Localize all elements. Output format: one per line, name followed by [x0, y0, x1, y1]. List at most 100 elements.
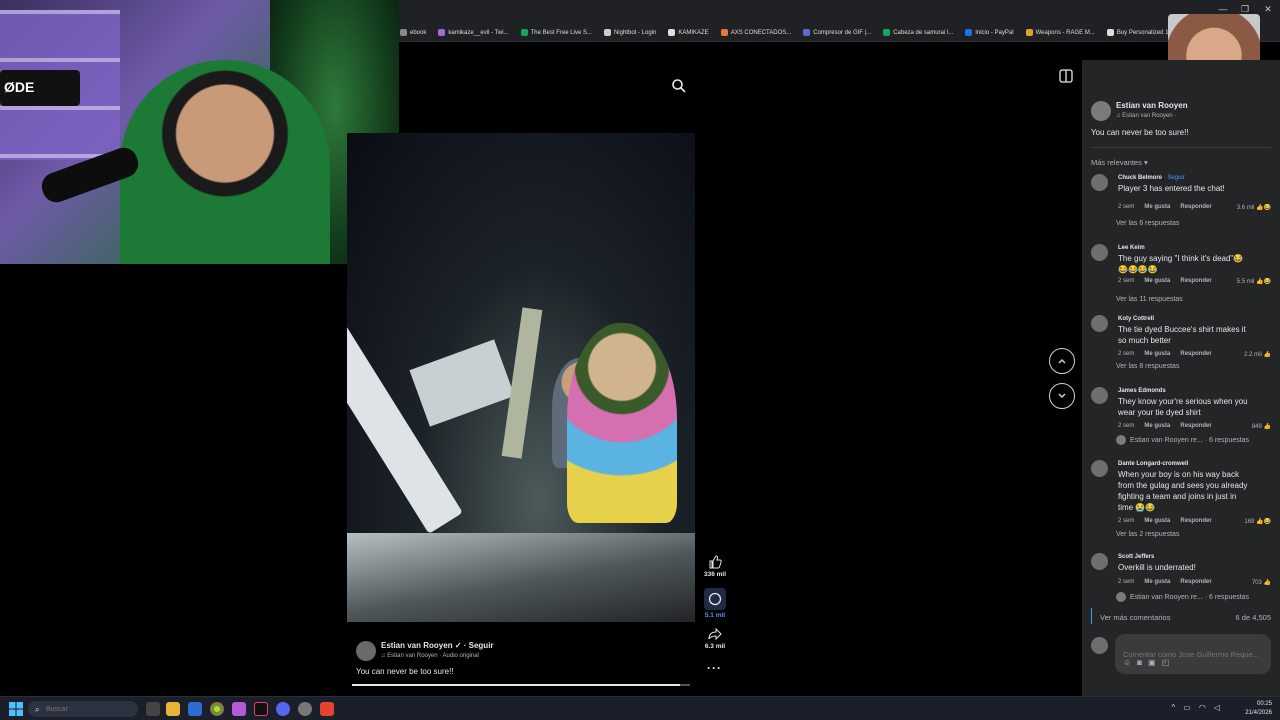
bookmark-item[interactable]: Compresor de GIF |... — [803, 29, 871, 36]
bookmark-item[interactable]: AXS CONECTADOS... — [720, 29, 791, 36]
post-author-avatar[interactable] — [1091, 101, 1111, 121]
author-avatar[interactable] — [356, 641, 376, 661]
store-icon[interactable] — [188, 702, 202, 716]
discord-icon[interactable] — [276, 702, 290, 716]
bookmark-item[interactable]: Weapons - RAGE M... — [1025, 29, 1095, 36]
caret-down-icon: ▾ — [1143, 158, 1148, 167]
comment-author[interactable]: Lee Keim — [1118, 245, 1145, 251]
commenter-avatar[interactable] — [1091, 315, 1108, 332]
view-replies-link[interactable]: Estian van Rooyen re... · 6 respuestas — [1116, 435, 1249, 445]
bookmark-favicon-icon — [720, 29, 728, 36]
follow-link[interactable]: · Seguir — [1164, 175, 1185, 181]
more-options-icon[interactable]: ··· — [707, 661, 722, 675]
like-comment-button[interactable]: Me gusta — [1144, 278, 1170, 284]
bookmark-label: kamikaze__evil - Twi... — [448, 29, 509, 36]
like-comment-button[interactable]: Me gusta — [1144, 423, 1170, 429]
bookmark-item[interactable]: kamikaze__evil - Twi... — [438, 29, 509, 36]
previous-video-button[interactable] — [1049, 348, 1075, 374]
view-replies-link[interactable]: Ver las 2 respuestas — [1116, 531, 1179, 538]
clock[interactable]: 00:25 21/4/2026 — [1245, 700, 1272, 718]
reply-button[interactable]: Responder — [1180, 351, 1211, 357]
audio-source[interactable]: ♫ Estian van Rooyen · Audio original — [381, 653, 479, 659]
reply-button[interactable]: Responder — [1180, 423, 1211, 429]
commenter-avatar[interactable] — [1091, 387, 1108, 404]
sort-label: Más relevantes — [1091, 158, 1142, 167]
app-icon[interactable] — [232, 702, 246, 716]
network-icon[interactable]: ▭ — [1183, 703, 1191, 712]
task-view-icon[interactable] — [146, 702, 160, 716]
like-comment-button[interactable]: Me gusta — [1144, 204, 1170, 210]
clock-time: 00:25 — [1256, 701, 1272, 707]
gif-icon[interactable]: ▣ — [1148, 658, 1156, 667]
commenter-avatar[interactable] — [1091, 553, 1108, 570]
author-name[interactable]: Estian van Rooyen — [381, 641, 453, 650]
view-replies-link[interactable]: Estian van Rooyen re... · 6 respuestas — [1116, 592, 1249, 602]
reply-button[interactable]: Responder — [1180, 204, 1211, 210]
layout-toggle-icon[interactable] — [1059, 69, 1073, 83]
bookmark-label: Compresor de GIF |... — [813, 29, 872, 36]
search-icon[interactable] — [671, 78, 687, 94]
commenter-avatar[interactable] — [1091, 174, 1108, 191]
bookmark-item[interactable]: The Best Free Live S... — [520, 29, 592, 36]
bookmark-item[interactable]: ebook — [400, 29, 426, 36]
comment-author[interactable]: Chuck Belmore — [1118, 175, 1162, 181]
view-replies-link[interactable]: Ver las 11 respuestas — [1116, 296, 1183, 303]
camera-icon[interactable]: ◙ — [1137, 658, 1142, 667]
comment-author[interactable]: Dante Longard-cromwell — [1118, 461, 1188, 467]
bookmark-item[interactable]: KAMIKAZE — [668, 29, 709, 36]
view-more-comments-link[interactable]: Ver más comentarios — [1100, 613, 1170, 622]
divider — [1091, 608, 1092, 624]
sticker-icon[interactable]: ◰ — [1162, 658, 1170, 667]
brave-icon[interactable] — [320, 702, 334, 716]
comment-author[interactable]: Koty Cottrell — [1118, 316, 1154, 322]
chrome-icon[interactable] — [210, 702, 224, 716]
webcam-overlay: ØDE — [0, 0, 399, 264]
chevron-up-icon[interactable]: ^ — [1172, 703, 1176, 712]
bookmark-favicon-icon — [803, 29, 811, 36]
sort-dropdown[interactable]: Más relevantes ▾ — [1091, 158, 1148, 167]
view-replies-link[interactable]: Ver las 6 respuestas — [1116, 220, 1179, 227]
like-button[interactable]: 336 mil — [700, 555, 730, 578]
video-progress-bar[interactable] — [352, 684, 690, 686]
bookmark-favicon-icon — [400, 29, 407, 36]
comment-age: 2 sem — [1118, 579, 1135, 585]
bookmark-item[interactable]: Buy Personalized 11... — [1106, 29, 1176, 36]
taskbar-search-input[interactable] — [28, 701, 138, 717]
comment-author-row: Chuck Belmore · Seguir — [1118, 175, 1185, 181]
tiktok-icon[interactable] — [254, 702, 268, 716]
comment-author-row: Koty Cottrell — [1118, 316, 1154, 322]
bookmark-item[interactable]: Cabeza de samurai l... — [883, 29, 953, 36]
bookmark-item[interactable]: Nightbot - Login — [603, 29, 656, 36]
wifi-icon[interactable]: ◠ — [1199, 703, 1206, 712]
windows-start-icon[interactable] — [9, 702, 23, 716]
reaction-count: 169 — [1244, 519, 1255, 525]
file-explorer-icon[interactable] — [166, 702, 180, 716]
like-comment-button[interactable]: Me gusta — [1144, 351, 1170, 357]
comment-count: 5.1 mil — [704, 612, 726, 619]
close-icon[interactable]: ✕ — [1261, 4, 1275, 16]
comment-author[interactable]: Scott Jeffers — [1118, 554, 1154, 560]
view-replies-link[interactable]: Ver las 8 respuestas — [1116, 363, 1179, 370]
video-player[interactable] — [347, 133, 695, 622]
like-comment-button[interactable]: Me gusta — [1144, 518, 1170, 524]
commenter-avatar[interactable] — [1091, 244, 1108, 261]
clock-date: 21/4/2026 — [1245, 710, 1272, 716]
video-content-vehicle — [347, 533, 695, 622]
bookmark-item[interactable]: Inicio - PayPal — [965, 29, 1014, 36]
comment-author[interactable]: James Edmonds — [1118, 388, 1166, 394]
settings-icon[interactable] — [298, 702, 312, 716]
like-comment-button[interactable]: Me gusta — [1144, 579, 1170, 585]
post-author-name[interactable]: Estian van Rooyen — [1116, 101, 1188, 110]
reply-button[interactable]: Responder — [1180, 579, 1211, 585]
follow-link[interactable]: · Seguir — [464, 641, 494, 650]
reply-button[interactable]: Responder — [1180, 518, 1211, 524]
emoji-icon[interactable]: ☺ — [1123, 658, 1131, 667]
share-button[interactable]: 6.3 mil — [700, 627, 730, 650]
reply-button[interactable]: Responder — [1180, 278, 1211, 284]
comment-input[interactable] — [1115, 634, 1271, 674]
volume-icon[interactable]: ◁ — [1214, 703, 1220, 712]
comment-button[interactable]: 5.1 mil — [700, 588, 730, 619]
next-video-button[interactable] — [1049, 383, 1075, 409]
commenter-avatar[interactable] — [1091, 460, 1108, 477]
video-caption: You can never be too sure!! — [356, 667, 454, 676]
